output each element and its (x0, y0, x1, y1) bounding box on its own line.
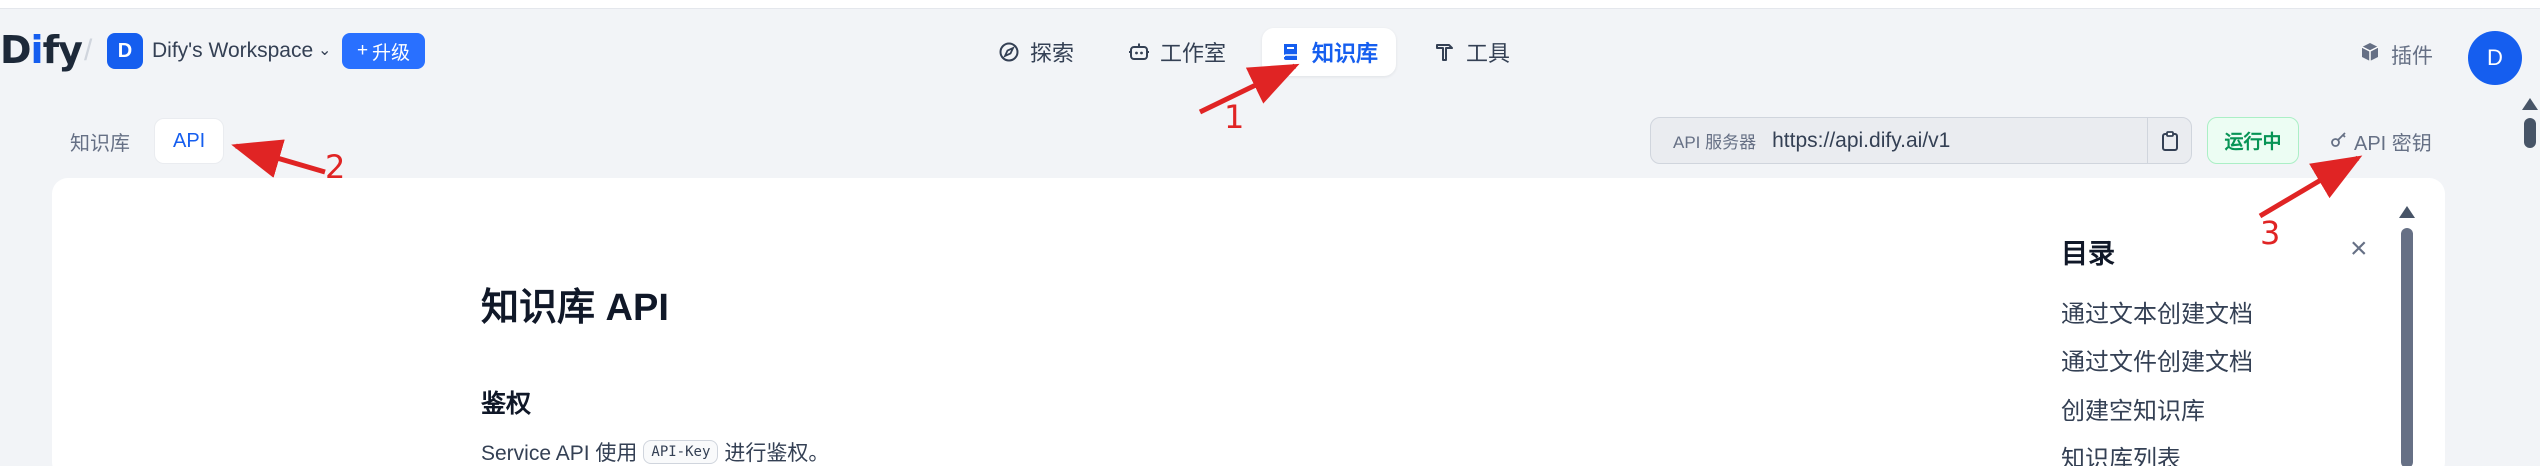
page-scroll-up-icon[interactable] (2522, 98, 2538, 110)
toc-scroll-up-icon[interactable] (2399, 206, 2415, 218)
nav-explore-label: 探索 (1030, 41, 1075, 66)
dify-logo[interactable]: Dify (0, 28, 83, 72)
toc-item[interactable]: 通过文件创建文档 (2061, 342, 2253, 377)
tab-api[interactable]: API (154, 118, 225, 164)
upgrade-label: 升级 (372, 42, 411, 64)
user-avatar[interactable]: D (2468, 31, 2522, 85)
auth-text-after: 进行鉴权。 (724, 442, 830, 465)
nav-studio-label: 工作室 (1160, 41, 1227, 66)
api-server-box: API 服务器 https://api.dify.ai/v1 (1650, 117, 2192, 164)
tab-knowledge[interactable]: 知识库 (52, 118, 148, 164)
plus-icon: + (356, 40, 369, 61)
page-title: 知识库 API (481, 287, 669, 329)
cube-icon (2359, 41, 2381, 69)
breadcrumb-separator: / (84, 34, 93, 67)
workspace-name[interactable]: Dify's Workspace (152, 39, 313, 63)
annotation-arrow-2 (231, 139, 326, 178)
chevron-down-icon[interactable]: ⌄ (318, 40, 331, 60)
nav-tools[interactable]: 工具 (1416, 28, 1528, 76)
toc-scrollbar[interactable] (2401, 228, 2413, 466)
key-icon (2330, 130, 2348, 154)
nav-knowledge-label: 知识库 (1312, 41, 1379, 66)
section-heading: 鉴权 (481, 390, 532, 418)
toc-item[interactable]: 创建空知识库 (2061, 391, 2205, 426)
annotation-number-2: 2 (325, 148, 346, 186)
toc-item[interactable]: 通过文本创建文档 (2061, 294, 2253, 329)
status-badge: 运行中 (2207, 117, 2299, 164)
robot-icon (1128, 41, 1150, 63)
toc-title: 目录 (2061, 239, 2115, 269)
upgrade-button[interactable]: + 升级 (342, 33, 425, 69)
clipboard-icon (2161, 130, 2178, 151)
api-key-code: API-Key (643, 440, 719, 464)
api-key-label: API 密钥 (2354, 133, 2432, 155)
top-header: Dify / D Dify's Workspace ⌄ + 升级 探索 工作室 … (0, 10, 2540, 92)
api-key-button[interactable]: API 密钥 (2330, 127, 2432, 156)
toc-item[interactable]: 知识库列表 (2061, 439, 2181, 466)
workspace-avatar[interactable]: D (107, 33, 143, 69)
close-icon[interactable]: × (2350, 232, 2368, 266)
copy-button[interactable] (2147, 118, 2191, 163)
plugin-label: 插件 (2391, 45, 2433, 68)
nav-tools-label: 工具 (1466, 41, 1511, 66)
nav-studio[interactable]: 工作室 (1110, 28, 1244, 76)
nav-knowledge[interactable]: 知识库 (1262, 28, 1397, 76)
plugin-button[interactable]: 插件 (2359, 40, 2433, 70)
auth-text-before: Service API 使用 (481, 442, 638, 465)
compass-icon (998, 41, 1020, 63)
api-server-url[interactable]: https://api.dify.ai/v1 (1772, 129, 2147, 153)
page-scrollbar[interactable] (2524, 118, 2536, 148)
api-server-label: API 服务器 (1673, 133, 1757, 152)
auth-paragraph: Service API 使用 API-Key 进行鉴权。 (481, 437, 829, 466)
hammer-icon (1434, 41, 1456, 63)
window-top-border (0, 0, 2540, 9)
annotation-number-1: 1 (1224, 98, 1245, 136)
book-icon (1280, 41, 1302, 63)
nav-explore[interactable]: 探索 (980, 28, 1092, 76)
annotation-number-3: 3 (2260, 214, 2281, 252)
